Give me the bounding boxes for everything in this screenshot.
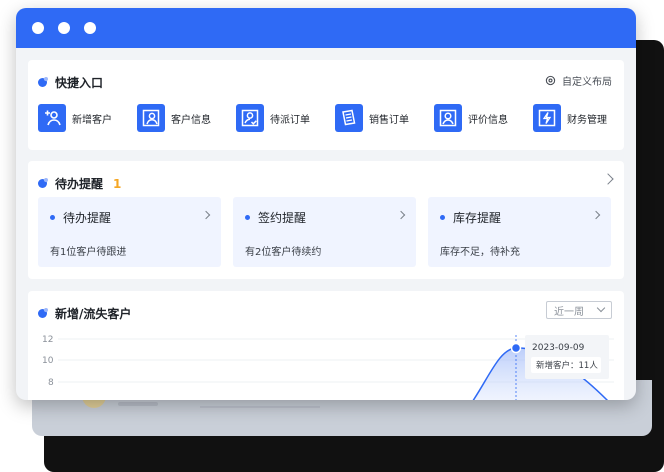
review-icon xyxy=(434,104,462,132)
chevron-right-icon[interactable] xyxy=(602,173,614,185)
data-point[interactable] xyxy=(510,342,522,354)
pending-order-icon xyxy=(236,104,264,132)
add-user-icon xyxy=(38,104,66,132)
custom-layout-label: 自定义布局 xyxy=(562,77,612,88)
shortcut-label: 客户信息 xyxy=(171,114,211,126)
y-tick-label: 8 xyxy=(48,378,54,388)
window-control-dot[interactable] xyxy=(32,22,44,34)
quick-entry-title: 快捷入口 xyxy=(55,76,104,90)
shortcut-sales-order[interactable]: 销售订单 xyxy=(335,104,434,132)
tooltip-value: 新增客户：11人 xyxy=(536,360,598,371)
todo-item-inventory[interactable]: 库存提醒 库存不足，待补充 xyxy=(428,197,611,267)
todo-item-followup[interactable]: 待办提醒 有1位客户待跟进 xyxy=(38,197,221,267)
shortcut-review-info[interactable]: 评价信息 xyxy=(434,104,533,132)
section-dot-icon xyxy=(38,178,48,188)
chevron-down-icon xyxy=(596,303,606,313)
background-decoration xyxy=(200,406,320,408)
todo-item-desc: 有1位客户待跟进 xyxy=(50,247,127,258)
gear-icon xyxy=(545,75,556,86)
shortcut-list: 新增客户 客户信息 待派订单 销售订单 评价信息 财务管理 xyxy=(38,104,632,132)
todo-list: 待办提醒 有1位客户待跟进 签约提醒 有2位客户待续约 库存提醒 库存不足，待补… xyxy=(38,197,611,267)
shortcut-finance[interactable]: 财务管理 xyxy=(533,104,632,132)
todo-card: 待办提醒 1 待办提醒 有1位客户待跟进 签约提醒 有2位客户待续约 库存提醒 … xyxy=(28,161,624,279)
shortcut-label: 销售订单 xyxy=(369,114,409,126)
range-select[interactable]: 近一周 xyxy=(546,301,612,319)
quick-entry-card: 快捷入口 自定义布局 新增客户 客户信息 待派订单 销售订单 评价信息 财务管理 xyxy=(28,60,624,150)
todo-title: 待办提醒 xyxy=(55,177,104,191)
todo-item-desc: 有2位客户待续约 xyxy=(245,247,322,258)
y-tick-label: 12 xyxy=(42,335,53,345)
y-tick-label: 10 xyxy=(42,356,54,366)
sales-order-icon xyxy=(335,104,363,132)
customer-trend-card: 12 10 8 2023-09-09 新增客户：11人 新增/流失客户 近一周 xyxy=(28,291,624,400)
chevron-right-icon xyxy=(201,210,211,220)
window-titlebar xyxy=(16,8,636,48)
todo-item-title: 待办提醒 xyxy=(63,211,112,225)
todo-item-desc: 库存不足，待补充 xyxy=(440,247,520,258)
range-select-value: 近一周 xyxy=(554,306,584,318)
chevron-right-icon xyxy=(591,210,601,220)
trend-header: 新增/流失客户 xyxy=(38,305,131,322)
customer-card-icon xyxy=(137,104,165,132)
app-window: 快捷入口 自定义布局 新增客户 客户信息 待派订单 销售订单 评价信息 财务管理… xyxy=(16,8,636,400)
window-control-dot[interactable] xyxy=(84,22,96,34)
todo-item-contract[interactable]: 签约提醒 有2位客户待续约 xyxy=(233,197,416,267)
todo-item-title: 库存提醒 xyxy=(453,211,502,225)
shortcut-label: 待派订单 xyxy=(270,114,310,126)
window-control-dot[interactable] xyxy=(58,22,70,34)
shortcut-label: 新增客户 xyxy=(72,114,112,126)
todo-item-head: 签约提醒 xyxy=(245,209,306,226)
finance-icon xyxy=(533,104,561,132)
shortcut-customer-info[interactable]: 客户信息 xyxy=(137,104,236,132)
shortcut-label: 财务管理 xyxy=(567,114,607,126)
background-decoration xyxy=(118,402,158,406)
tooltip-date: 2023-09-09 xyxy=(532,343,585,353)
chevron-right-icon xyxy=(396,210,406,220)
todo-count-badge: 1 xyxy=(113,176,122,191)
bullet-icon xyxy=(245,215,250,220)
bullet-icon xyxy=(440,215,445,220)
todo-header: 待办提醒 1 xyxy=(38,175,121,192)
bullet-icon xyxy=(50,215,55,220)
section-dot-icon xyxy=(38,77,48,87)
section-dot-icon xyxy=(38,308,48,318)
todo-item-head: 待办提醒 xyxy=(50,209,111,226)
todo-item-title: 签约提醒 xyxy=(258,211,307,225)
custom-layout-button[interactable]: 自定义布局 xyxy=(545,73,612,88)
shortcut-add-customer[interactable]: 新增客户 xyxy=(38,104,137,132)
shortcut-label: 评价信息 xyxy=(468,114,508,126)
quick-entry-header: 快捷入口 xyxy=(38,74,103,91)
shortcut-pending-order[interactable]: 待派订单 xyxy=(236,104,335,132)
trend-title: 新增/流失客户 xyxy=(55,307,132,321)
todo-item-head: 库存提醒 xyxy=(440,209,501,226)
